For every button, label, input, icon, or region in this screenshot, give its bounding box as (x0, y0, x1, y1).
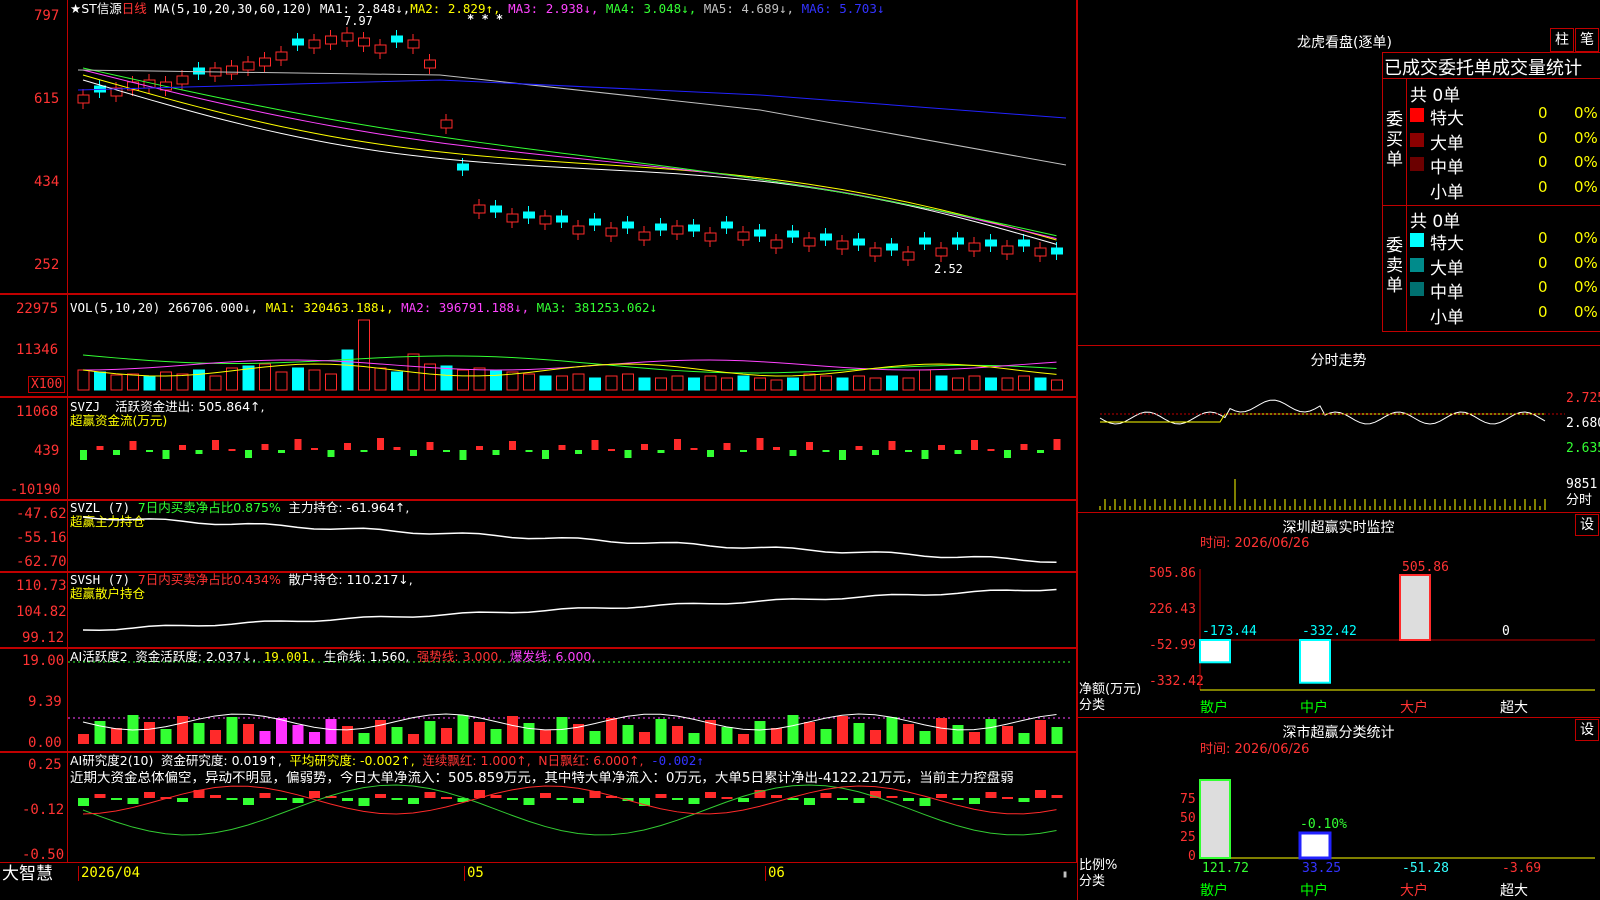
ms-bar-medium (1298, 831, 1332, 860)
ms-category-label: 超大 (1500, 883, 1528, 899)
ms-category-label: 散户 (1200, 882, 1228, 899)
ms-category-label: 中户 (1300, 882, 1328, 899)
ms-value-label: 33.25 (1302, 861, 1341, 876)
market-stats-chart[interactable]: -0.10% 121.72 散户 33.25 中户 -51.28 大户 -3.69 超大 (0, 0, 1600, 900)
intraday-avg-line (1100, 413, 1545, 423)
ms-bar-label: -0.10% (1300, 817, 1347, 832)
ms-bar-retail (1199, 779, 1231, 859)
ms-value-label: -3.69 (1502, 861, 1541, 876)
ms-value-label: -51.28 (1402, 861, 1449, 876)
ms-value-label: 121.72 (1202, 861, 1249, 876)
ms-category-label: 大户 (1400, 882, 1428, 899)
intraday-price-line (1099, 399, 1546, 425)
